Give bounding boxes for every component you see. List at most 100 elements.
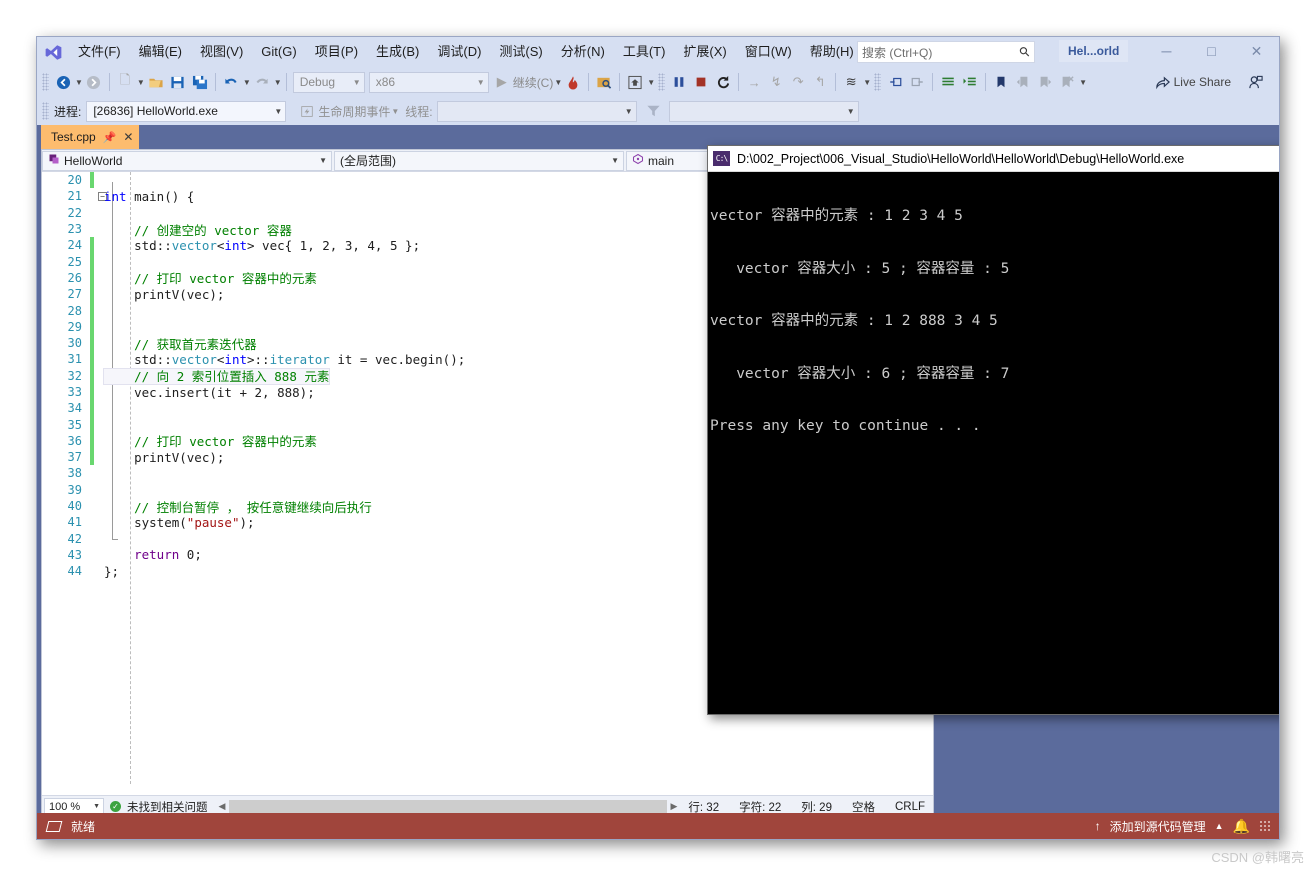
continue-label[interactable]: 继续(C) (513, 74, 554, 91)
line-number: 29 (67, 319, 82, 334)
navigate-backward-button[interactable] (52, 70, 74, 94)
hot-reload-icon[interactable] (562, 70, 584, 94)
save-icon[interactable] (167, 70, 189, 94)
toggle-bookmark-icon[interactable] (990, 70, 1012, 94)
home-window-icon[interactable] (624, 70, 646, 94)
menu-item-help[interactable]: 帮助(H) (801, 39, 863, 65)
menu-item-window[interactable]: 窗口(W) (736, 39, 801, 65)
clear-bookmarks-icon[interactable] (1056, 70, 1078, 94)
menu-item-extensions[interactable]: 扩展(X) (674, 39, 735, 65)
menu-item-tools[interactable]: 工具(T) (614, 39, 675, 65)
menu-item-debug[interactable]: 调试(D) (428, 39, 490, 65)
find-in-files-icon[interactable] (593, 70, 615, 94)
toolbar-overflow-icon[interactable]: ▼ (1079, 78, 1087, 87)
toolbar-separator-3 (285, 73, 287, 91)
next-bookmark-icon[interactable] (1034, 70, 1056, 94)
increase-indent-icon[interactable] (959, 70, 981, 94)
maximize-button[interactable]: □ (1189, 37, 1234, 65)
line-number: 38 (67, 466, 82, 481)
menu-item-file[interactable]: 文件(F) (69, 39, 130, 65)
person-icon[interactable] (1245, 70, 1267, 94)
step-out-icon[interactable]: ↰ (809, 70, 831, 94)
watermark: CSDN @韩曙亮 (1211, 850, 1304, 865)
thread-filter-icon[interactable] (643, 99, 665, 123)
toolbar-grip-3[interactable] (874, 73, 882, 91)
thread-combo[interactable]: ▼ (436, 100, 637, 122)
restart-icon[interactable] (712, 70, 734, 94)
add-to-source-control-button[interactable]: 添加到源代码管理 (1110, 818, 1206, 835)
scroll-track[interactable] (228, 800, 668, 813)
save-all-icon[interactable] (189, 70, 211, 94)
menu-item-analyze[interactable]: 分析(N) (552, 39, 614, 65)
account-button[interactable]: Hel...orld (1059, 40, 1129, 62)
redo-icon[interactable] (251, 70, 273, 94)
process-combo[interactable]: [26836] HelloWorld.exe ▼ (86, 100, 287, 122)
scroll-thumb[interactable] (228, 800, 668, 813)
toolbar-grip-2[interactable] (658, 73, 666, 91)
scope-combo[interactable]: (全局范围) ▼ (334, 150, 624, 171)
show-next-statement-icon[interactable]: → (743, 70, 765, 94)
redo-dropdown-icon[interactable]: ▼ (274, 78, 282, 87)
previous-bookmark-icon[interactable] (1012, 70, 1034, 94)
uncomment-selection-icon[interactable] (906, 70, 928, 94)
scroll-left-arrow-icon[interactable]: ◀ (216, 801, 229, 812)
stop-icon[interactable] (690, 70, 712, 94)
undo-dropdown-icon[interactable]: ▼ (243, 78, 251, 87)
home-window-dropdown-icon[interactable]: ▼ (647, 78, 655, 87)
code-text: vec.insert(it + 2, 888); (104, 385, 315, 400)
step-over-icon[interactable]: ↷ (787, 70, 809, 94)
code-token: >:: (247, 351, 270, 367)
stack-frame-combo[interactable]: ▼ (668, 100, 859, 122)
solution-configuration-combo[interactable]: Debug ▼ (292, 71, 365, 93)
menu-item-test[interactable]: 测试(S) (490, 39, 551, 65)
lifecycle-events-icon[interactable] (296, 99, 318, 123)
menu-item-build[interactable]: 生成(B) (367, 39, 428, 65)
step-misc-icon[interactable]: ≋ (840, 70, 862, 94)
source-control-caret-icon[interactable]: ▲ (1215, 821, 1224, 831)
resize-grip-icon[interactable] (1259, 820, 1271, 832)
new-item-dropdown-icon[interactable]: ▼ (137, 78, 145, 87)
lifecycle-events-label[interactable]: 生命周期事件 (318, 103, 390, 120)
menu-item-edit[interactable]: 编辑(E) (130, 39, 191, 65)
editor-horizontal-scrollbar[interactable]: ◀ ▶ (216, 799, 681, 814)
navigate-backward-dropdown-icon[interactable]: ▼ (75, 78, 83, 87)
solution-platform-combo[interactable]: x86 ▼ (368, 71, 489, 93)
bell-icon[interactable]: 🔔 (1233, 818, 1250, 835)
scroll-right-arrow-icon[interactable]: ▶ (667, 801, 680, 812)
search-input[interactable]: 搜索 (Ctrl+Q) ⚲ (857, 41, 1035, 63)
open-file-icon[interactable] (145, 70, 167, 94)
menu-item-view[interactable]: 视图(V) (191, 39, 252, 65)
toolbar-grip[interactable] (42, 73, 49, 91)
zoom-level-value: 100 % (49, 800, 81, 813)
line-ending-mode[interactable]: CRLF (895, 801, 925, 813)
live-share-label[interactable]: Live Share (1174, 75, 1231, 89)
new-item-icon[interactable]: 🗋 (114, 70, 136, 94)
lifecycle-dropdown-icon[interactable]: ▼ (391, 107, 399, 116)
close-button[interactable]: ✕ (1234, 37, 1279, 65)
console-window[interactable]: C:\ D:\002_Project\006_Visual_Studio\Hel… (707, 145, 1279, 715)
change-marker (90, 188, 94, 204)
comment-selection-icon[interactable] (884, 70, 906, 94)
code-text: // 向 2 索引位置插入 888 元素 (102, 366, 331, 386)
pause-icon[interactable] (668, 70, 690, 94)
project-combo[interactable]: HelloWorld ▼ (42, 150, 332, 171)
undo-icon[interactable] (220, 70, 242, 94)
navigate-forward-button[interactable] (83, 70, 105, 94)
continue-play-icon[interactable]: ▶ (491, 70, 513, 94)
decrease-indent-icon[interactable] (937, 70, 959, 94)
pin-icon[interactable]: 📌 (103, 131, 117, 144)
code-token: printV(vec); (104, 286, 225, 302)
solution-configuration-value: Debug (299, 75, 336, 89)
minimize-button[interactable]: ─ (1144, 37, 1189, 65)
step-misc-dropdown-icon[interactable]: ▼ (863, 78, 871, 87)
menu-item-project[interactable]: 项目(P) (306, 39, 367, 65)
console-line: vector 容器中的元素 : 1 2 3 4 5 (710, 208, 963, 224)
debug-toolbar-grip[interactable] (42, 102, 49, 120)
close-icon[interactable]: ✕ (123, 130, 133, 144)
continue-dropdown-icon[interactable]: ▼ (554, 78, 562, 87)
document-tab-test-cpp[interactable]: Test.cpp 📌 ✕ (41, 125, 140, 149)
step-into-icon[interactable]: ↯ (765, 70, 787, 94)
menu-item-git[interactable]: Git(G) (252, 39, 305, 65)
share-icon[interactable] (1151, 70, 1174, 94)
change-marker (90, 221, 94, 237)
